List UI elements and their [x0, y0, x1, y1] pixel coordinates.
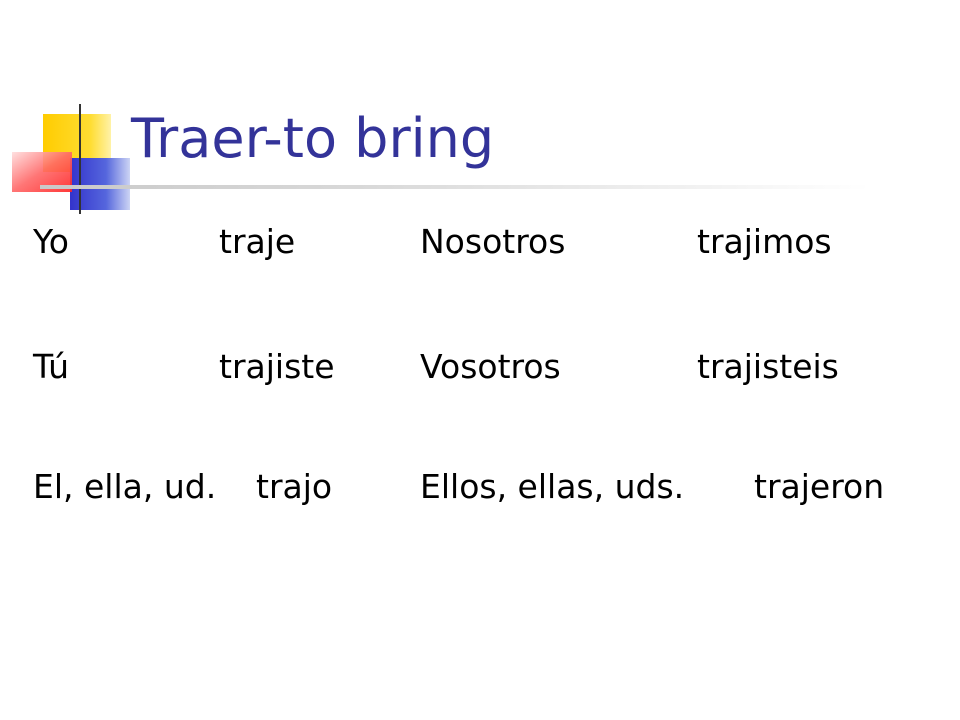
plural-verb-form: trajeron	[754, 467, 885, 506]
singular-pronoun: Tú	[33, 347, 70, 386]
layered-squares-logo-icon	[12, 104, 138, 214]
singular-pronoun: Yo	[33, 222, 69, 261]
slide-title: Traer-to bring	[131, 107, 495, 170]
plural-pronoun: Ellos, ellas, uds.	[420, 467, 685, 506]
conjugation-row: Tú trajiste Vosotros trajisteis	[0, 339, 960, 395]
plural-pronoun: Nosotros	[420, 222, 566, 261]
singular-verb-form: traje	[219, 222, 296, 261]
singular-pronoun: El, ella, ud.	[33, 467, 217, 506]
title-divider	[40, 185, 870, 189]
conjugation-row: Yo traje Nosotros trajimos	[0, 214, 960, 270]
singular-verb-form: trajo	[256, 467, 333, 506]
conjugation-row: El, ella, ud. trajo Ellos, ellas, uds. t…	[0, 459, 960, 515]
plural-verb-form: trajisteis	[697, 347, 839, 386]
plural-verb-form: trajimos	[697, 222, 832, 261]
plural-pronoun: Vosotros	[420, 347, 561, 386]
slide: Traer-to bring Yo traje Nosotros trajimo…	[0, 0, 960, 720]
singular-verb-form: trajiste	[219, 347, 335, 386]
